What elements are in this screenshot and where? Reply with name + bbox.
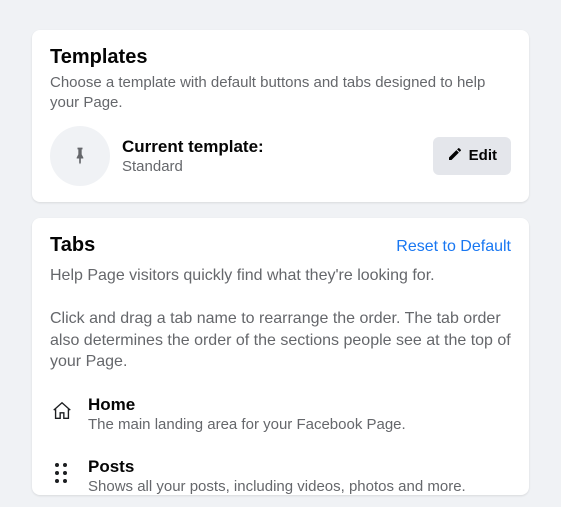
tabs-title: Tabs [50,234,95,257]
tab-description: The main landing area for your Facebook … [88,416,511,433]
edit-button[interactable]: Edit [433,137,511,175]
pin-icon [50,126,110,186]
templates-card: Templates Choose a template with default… [32,30,529,202]
tabs-header: Tabs Reset to Default [50,234,511,261]
tab-content: Posts Shows all your posts, including vi… [88,457,511,495]
templates-subtitle: Choose a template with default buttons a… [50,73,511,114]
edit-button-label: Edit [469,147,497,164]
tabs-card: Tabs Reset to Default Help Page visitors… [32,218,529,495]
tab-content: Home The main landing area for your Face… [88,395,511,433]
tab-item-home[interactable]: Home The main landing area for your Face… [50,395,511,433]
home-icon [50,399,74,423]
pencil-icon [447,146,463,166]
reset-to-default-link[interactable]: Reset to Default [396,238,511,256]
current-template-value: Standard [122,158,421,175]
current-template-row: Current template: Standard Edit [50,126,511,186]
current-template-label: Current template: [122,137,421,157]
template-info: Current template: Standard [122,137,421,175]
templates-title: Templates [50,46,511,69]
tabs-instruction: Click and drag a tab name to rearrange t… [50,308,511,373]
tabs-description: Help Page visitors quickly find what the… [50,265,511,287]
tab-name: Home [88,395,511,415]
tab-item-posts[interactable]: Posts Shows all your posts, including vi… [50,457,511,495]
tab-name: Posts [88,457,511,477]
tab-description: Shows all your posts, including videos, … [88,478,511,495]
drag-handle-icon[interactable] [50,461,74,485]
